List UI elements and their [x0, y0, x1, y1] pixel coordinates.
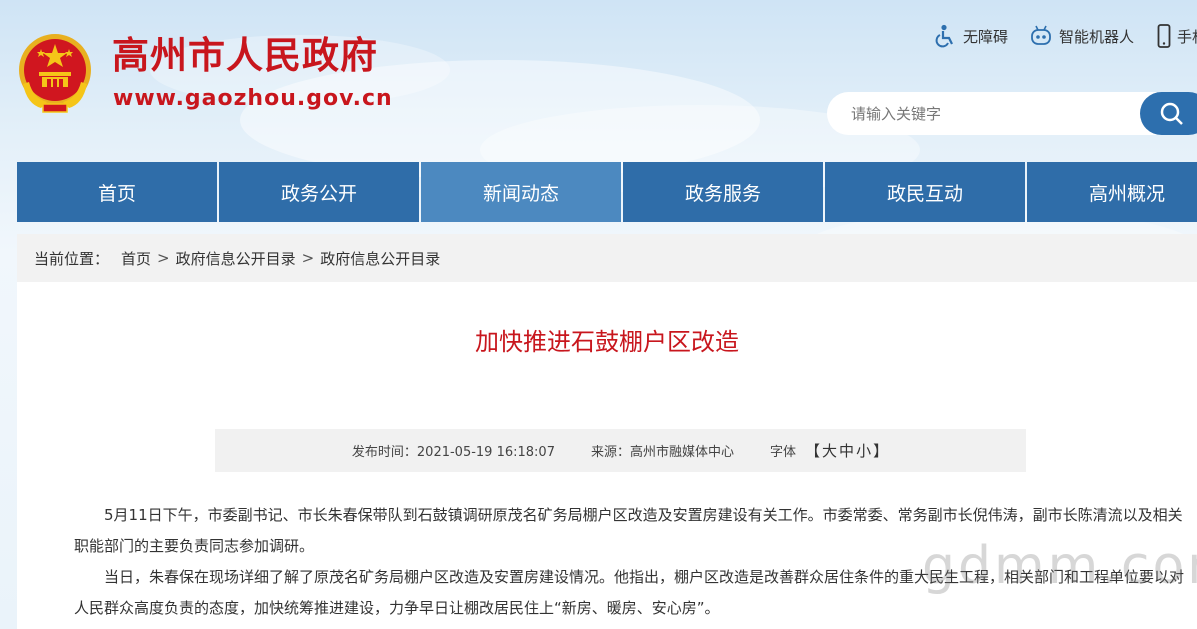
nav-item-overview[interactable]: 高州概况: [1027, 162, 1197, 222]
font-bracket-open: 【: [805, 442, 821, 460]
nav-item-gov-affairs[interactable]: 政务公开: [219, 162, 419, 222]
article-paragraph: 当日，朱春保在现场详细了解了原茂名矿务局棚户区改造及安置房建设情况。他指出，棚户…: [74, 568, 1185, 617]
nav-item-news[interactable]: 新闻动态: [421, 162, 621, 222]
breadcrumb-info-catalog-current[interactable]: 政府信息公开目录: [320, 248, 440, 269]
search-icon: [1160, 102, 1183, 125]
site-header: 高州市人民政府 www.gaozhou.gov.cn 无障碍 智能机器人 手 请…: [0, 0, 1197, 160]
article-meta: 发布时间：2021-05-19 16:18:07 来源：高州市融媒体中心 字体 …: [215, 429, 1026, 472]
font-size-small[interactable]: 小: [855, 442, 872, 460]
article-source: 来源：高州市融媒体中心: [590, 445, 734, 460]
breadcrumb: 当前位置： 首页 > 政府信息公开目录 > 政府信息公开目录: [17, 234, 1197, 282]
nav-item-home[interactable]: 首页: [17, 162, 217, 222]
nav-item-services[interactable]: 政务服务: [623, 162, 823, 222]
mobile-label: 手机: [1177, 27, 1197, 46]
site-url[interactable]: www.gaozhou.gov.cn: [113, 86, 393, 112]
publish-time: 发布时间：2021-05-19 16:18:07: [351, 445, 555, 460]
article-body: 5月11日下午，市委副书记、市长朱春保带队到石鼓镇调研原茂名矿务局棚户区改造及安…: [74, 500, 1184, 624]
mobile-link[interactable]: 手机: [1157, 22, 1197, 50]
accessibility-link[interactable]: 无障碍: [935, 22, 1008, 50]
font-bracket-close: 】: [873, 442, 889, 460]
main-nav: 首页 政务公开 新闻动态 政务服务 政民互动 高州概况: [17, 162, 1197, 222]
search-input[interactable]: [827, 92, 1157, 135]
breadcrumb-separator: >: [157, 249, 170, 267]
breadcrumb-separator: >: [301, 249, 315, 267]
robot-label: 智能机器人: [1059, 27, 1135, 46]
mobile-phone-icon: [1157, 24, 1171, 48]
font-size-controls: 【大中小】: [804, 440, 889, 461]
robot-link[interactable]: 智能机器人: [1029, 22, 1134, 50]
site-title[interactable]: 高州市人民政府: [112, 34, 378, 78]
search-button[interactable]: [1140, 92, 1197, 135]
article-title: 加快推进石鼓棚户区改造: [475, 328, 739, 356]
breadcrumb-home[interactable]: 首页: [121, 248, 151, 269]
font-size-large[interactable]: 大: [821, 442, 838, 460]
font-size-medium[interactable]: 中: [838, 442, 855, 460]
breadcrumb-lead: 当前位置：: [34, 249, 110, 268]
breadcrumb-info-catalog[interactable]: 政府信息公开目录: [176, 248, 296, 269]
search-bar: [827, 92, 1197, 135]
accessibility-label: 无障碍: [963, 27, 1009, 46]
national-emblem-logo[interactable]: [17, 32, 93, 114]
content-panel: 当前位置： 首页 > 政府信息公开目录 > 政府信息公开目录 加快推进石鼓棚户区…: [17, 234, 1197, 629]
accessibility-icon: [935, 24, 953, 48]
header-tools: 无障碍 智能机器人 手机: [935, 22, 1197, 50]
font-size-label: 字体: [770, 445, 797, 460]
article-paragraph: 5月11日下午，市委副书记、市长朱春保带队到石鼓镇调研原茂名矿务局棚户区改造及安…: [74, 506, 1183, 555]
nav-item-interaction[interactable]: 政民互动: [825, 162, 1025, 222]
robot-icon: [1031, 25, 1051, 45]
